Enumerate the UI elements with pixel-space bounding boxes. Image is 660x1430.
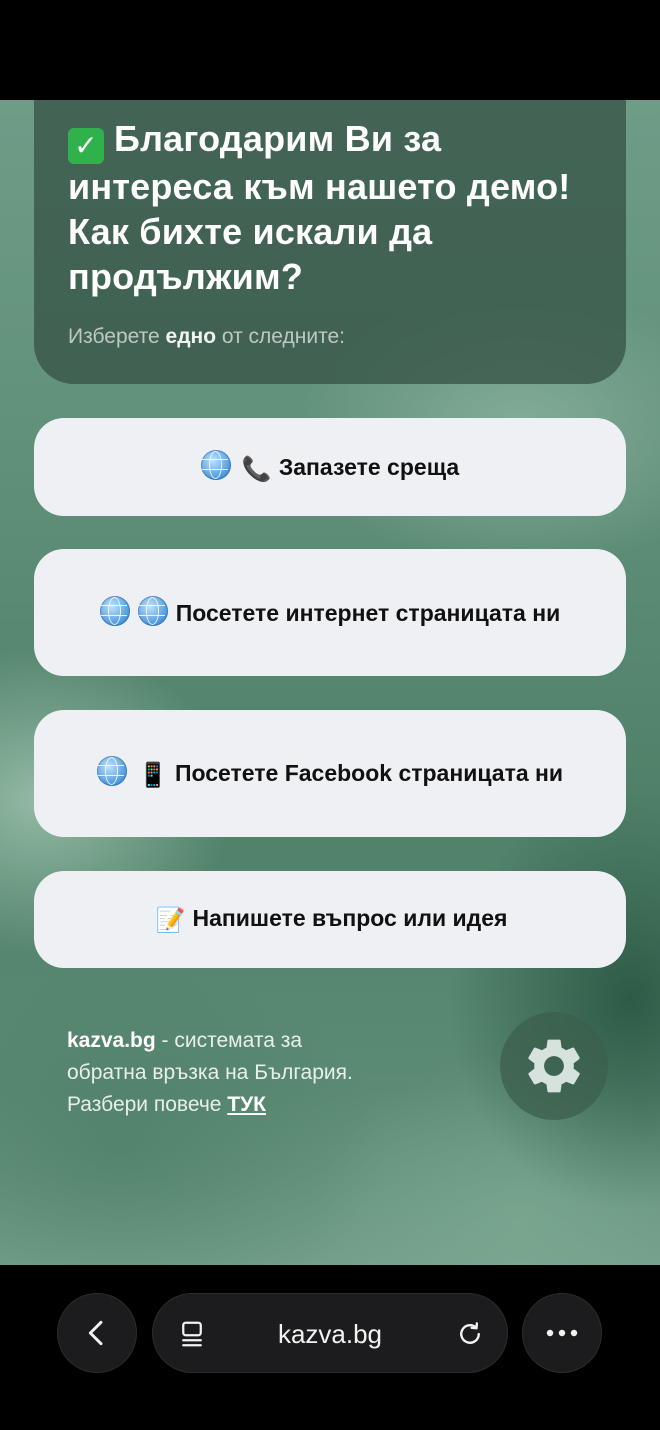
visit-facebook-label: Посетете Facebook страницата ни	[174, 760, 564, 786]
visit-website-label: Посетете интернет страницата ни	[175, 600, 561, 626]
subtitle-text-after: от следните:	[216, 325, 345, 348]
page-subtitle: Изберете едно от следните:	[68, 325, 592, 349]
chevron-left-icon	[88, 1320, 103, 1346]
ellipsis-icon	[546, 1329, 578, 1337]
globe-icon	[137, 596, 168, 626]
subtitle-text-before: Изберете	[68, 325, 166, 348]
page-viewport: ✓ Благодарим Ви за интереса към нашето де…	[0, 100, 660, 1265]
write-question-label: Напишете въпрос или идея	[192, 905, 508, 931]
book-meeting-label: Запазете среща	[278, 453, 460, 480]
mobile-phone-icon: 📱	[137, 762, 168, 789]
globe-icon	[99, 596, 130, 626]
reload-icon[interactable]	[455, 1318, 485, 1350]
url-text: kazva.bg	[277, 1319, 383, 1349]
subtitle-emphasis: едно	[165, 325, 217, 348]
page-title-text: Благодарим Ви за интереса към нашето дем…	[68, 118, 571, 297]
memo-icon: 📝	[155, 907, 186, 934]
settings-button[interactable]	[500, 1012, 608, 1120]
globe-icon	[96, 756, 127, 786]
gear-icon	[528, 1039, 580, 1093]
browser-toolbar: kazva.bg	[0, 1265, 660, 1430]
more-options-button[interactable]	[522, 1293, 602, 1373]
status-bar	[0, 0, 660, 100]
back-button[interactable]	[57, 1293, 137, 1373]
visit-website-button[interactable]: Посетете интернет страницата ни	[34, 549, 626, 676]
address-bar[interactable]: kazva.bg	[152, 1293, 508, 1373]
footer-line2: обратна връзка на България.	[67, 1061, 353, 1084]
write-question-button[interactable]: 📝 Напишете въпрос или идея	[34, 871, 626, 968]
brand-name: kazva.bg	[67, 1029, 156, 1052]
page-title: ✓ Благодарим Ви за интереса към нашето де…	[68, 116, 592, 299]
footer-info: kazva.bg - системата за обратна връзка н…	[67, 1025, 467, 1121]
footer-line3: Разбери повече	[67, 1093, 228, 1116]
globe-icon	[200, 449, 231, 480]
visit-facebook-button[interactable]: 📱 Посетете Facebook страницата ни	[34, 710, 626, 837]
learn-more-link[interactable]: ТУК	[227, 1093, 266, 1116]
phone-icon: 📞	[241, 455, 272, 483]
header-card: ✓ Благодарим Ви за интереса към нашето де…	[34, 100, 626, 384]
footer-line1: - системата за	[155, 1029, 303, 1052]
check-mark-icon: ✓	[68, 128, 104, 164]
book-meeting-button[interactable]: 📞 Запазете среща	[34, 418, 626, 516]
